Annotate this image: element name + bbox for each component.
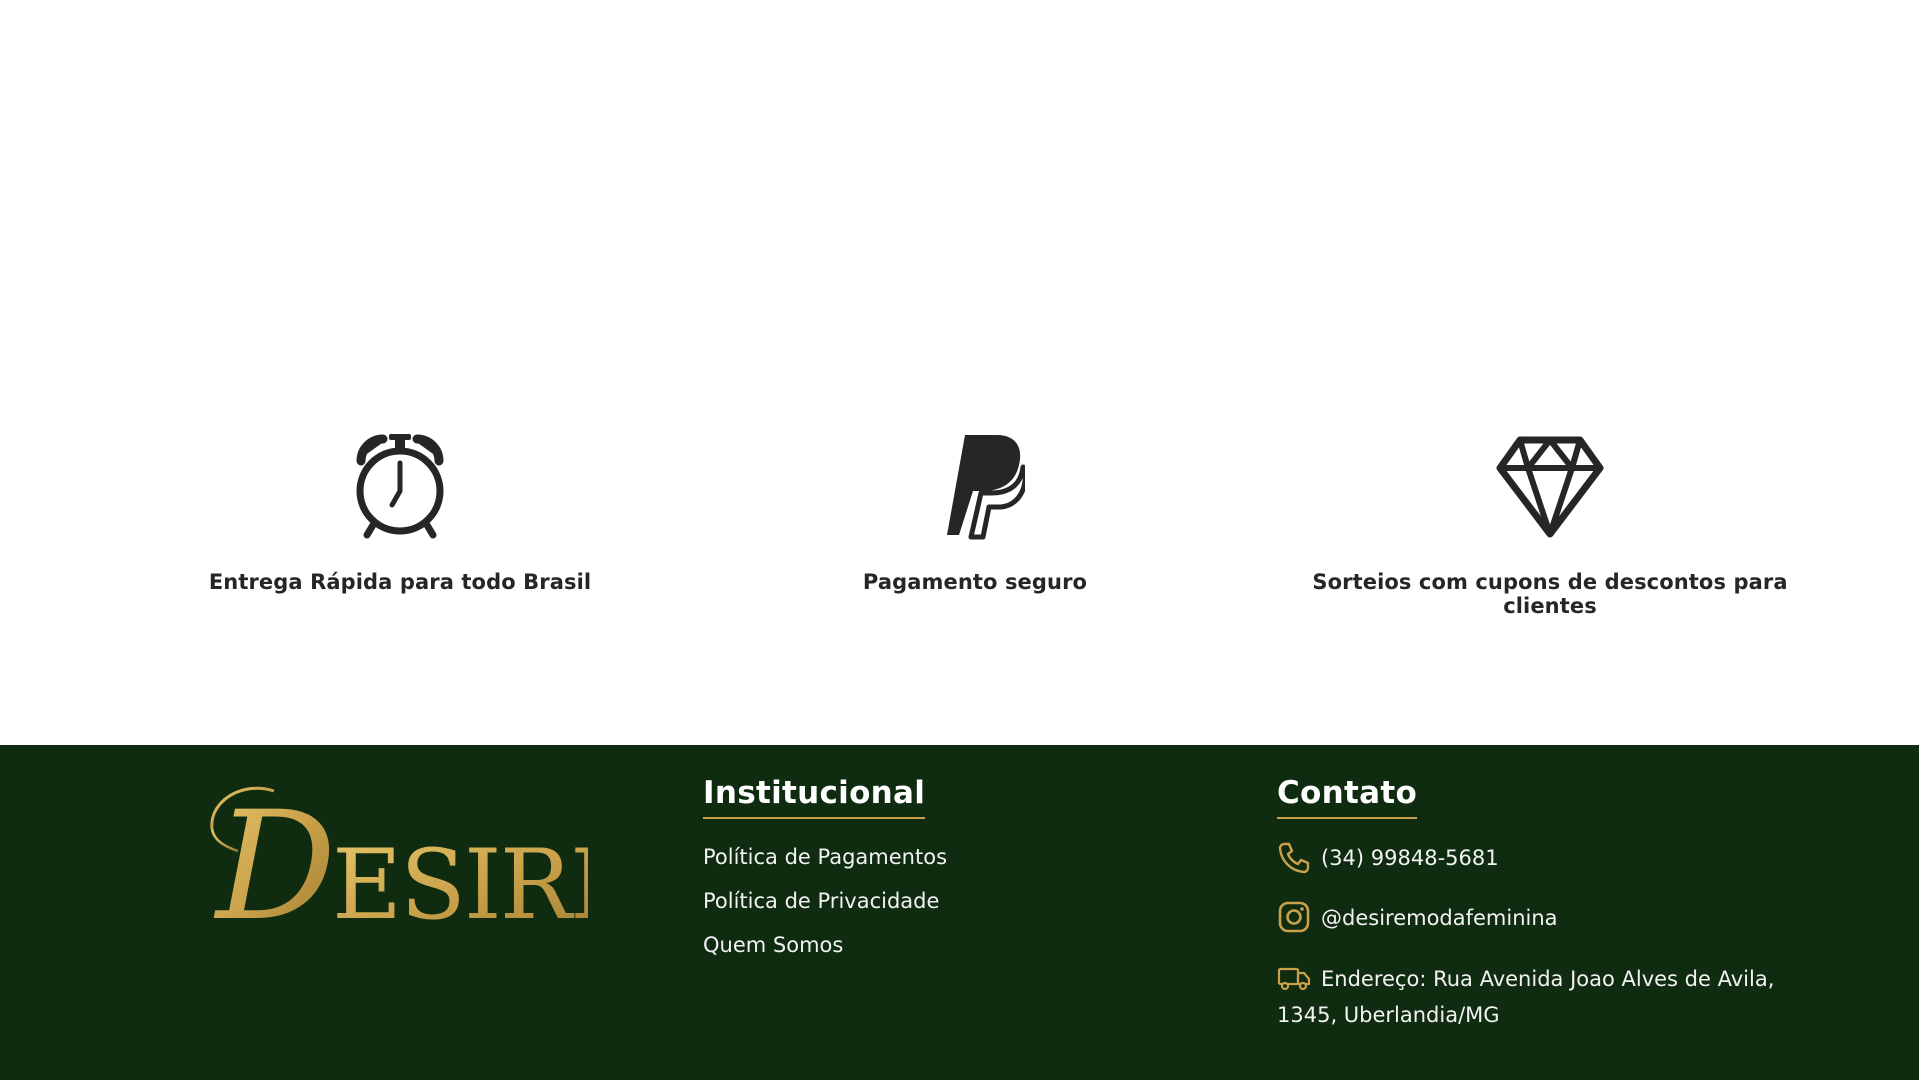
feature-label: Sorteios com cupons de descontos para cl…	[1312, 570, 1788, 618]
institucional-column: Institucional Política de Pagamentos Pol…	[703, 775, 947, 967]
contato-title: Contato	[1277, 775, 1418, 819]
truck-icon	[1277, 962, 1311, 996]
link-politica-privacidade[interactable]: Política de Privacidade	[703, 879, 947, 923]
contact-phone[interactable]: (34) 99848-5681	[1277, 841, 1797, 901]
link-politica-pagamentos[interactable]: Política de Pagamentos	[703, 835, 947, 879]
contact-address: Endereço: Rua Avenida Joao Alves de Avil…	[1277, 961, 1797, 1033]
institucional-title: Institucional	[703, 775, 926, 819]
footer: D ESIRE Institucional Política de Pagame…	[0, 745, 1919, 1080]
feature-label: Entrega Rápida para todo Brasil	[208, 570, 592, 594]
paypal-icon	[915, 430, 1035, 542]
institucional-links: Política de Pagamentos Política de Priva…	[703, 835, 947, 967]
feature-coupons: Sorteios com cupons de descontos para cl…	[1270, 430, 1830, 618]
svg-text:ESIRE: ESIRE	[332, 829, 588, 931]
phone-icon	[1277, 841, 1311, 875]
contact-list: (34) 99848-5681 @desiremodafeminina Ende…	[1277, 841, 1797, 1033]
diamond-icon	[1490, 430, 1610, 542]
page: Entrega Rápida para todo Brasil Pagament…	[0, 0, 1920, 1080]
phone-text: (34) 99848-5681	[1321, 846, 1499, 870]
instagram-text: @desiremodafeminina	[1321, 906, 1558, 930]
alarm-clock-icon	[340, 430, 460, 542]
brand-logo[interactable]: D ESIRE	[208, 780, 640, 954]
feature-fast-delivery: Entrega Rápida para todo Brasil	[120, 430, 680, 594]
features-strip: Entrega Rápida para todo Brasil Pagament…	[0, 430, 1920, 618]
link-quem-somos[interactable]: Quem Somos	[703, 923, 947, 967]
address-text: Endereço: Rua Avenida Joao Alves de Avil…	[1277, 967, 1775, 1027]
feature-secure-payment: Pagamento seguro	[695, 430, 1255, 594]
contact-instagram[interactable]: @desiremodafeminina	[1277, 901, 1797, 961]
contato-column: Contato (34) 99848-5681 @desiremodafemin…	[1277, 775, 1797, 1033]
instagram-icon	[1277, 901, 1311, 935]
svg-text:D: D	[213, 781, 336, 931]
feature-label: Pagamento seguro	[862, 570, 1088, 594]
